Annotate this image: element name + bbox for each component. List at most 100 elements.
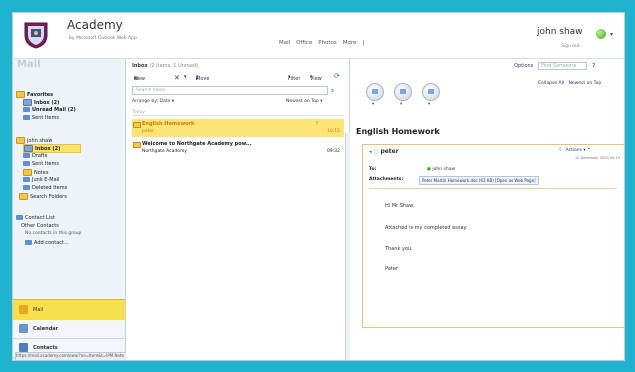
sent-items-icon bbox=[23, 115, 30, 120]
sender-name[interactable]: ◂ ▢ peter bbox=[369, 148, 399, 155]
folder-deleted-items[interactable]: Deleted Items bbox=[23, 185, 67, 191]
filter-button[interactable]: Filter ▾ bbox=[288, 74, 300, 82]
notes-icon bbox=[23, 169, 32, 176]
favorites-unread-mail[interactable]: Unread Mail (2) bbox=[23, 107, 76, 113]
envelope-icon bbox=[133, 122, 141, 128]
arrange-by-dropdown[interactable]: Arrange by: Date ▾ bbox=[132, 99, 174, 104]
to-label: To: bbox=[369, 167, 377, 172]
top-nav: Mail Office Photos More | bbox=[279, 40, 364, 46]
message-row[interactable]: Welcome to Northgate Academy pow... Nort… bbox=[132, 139, 344, 157]
forward-dropdown[interactable]: ▾ bbox=[428, 102, 430, 107]
add-contact-link[interactable]: Add contact... bbox=[25, 240, 69, 246]
search-input[interactable]: Search Inbox bbox=[132, 86, 328, 95]
message-time: 09:32 bbox=[327, 149, 340, 154]
top-nav-office[interactable]: Office bbox=[296, 40, 312, 46]
left-navigation: Mail Favorites Inbox (2) Unread Mail (2)… bbox=[13, 59, 247, 360]
expand-icon[interactable]: ⇡ bbox=[587, 148, 591, 153]
app-subtitle: by Microsoft Outlook Web App bbox=[69, 36, 137, 41]
folder-search-folders[interactable]: Search Folders bbox=[19, 193, 67, 200]
attachment-icon: ▢ bbox=[373, 149, 379, 155]
message-date: 10 December 2009 09:15 bbox=[575, 156, 620, 160]
delete-dropdown[interactable]: ▾ bbox=[184, 74, 187, 80]
presence-icon: ● bbox=[427, 167, 431, 172]
group-header-today: Today bbox=[132, 110, 344, 116]
message-subject-heading: English Homework bbox=[356, 127, 440, 136]
top-nav-photos[interactable]: Photos bbox=[318, 40, 337, 46]
search-folder-icon bbox=[19, 193, 28, 200]
top-nav-more[interactable]: More bbox=[343, 40, 357, 46]
app-name: Academy bbox=[67, 18, 123, 32]
contact-list-node[interactable]: Contact List bbox=[16, 215, 55, 221]
collapse-icon[interactable]: ◂ bbox=[369, 149, 372, 155]
attachment-link[interactable]: Peter Martin Homework.doc (63 KB) [Open … bbox=[419, 176, 539, 185]
list-toolbar: ✉ New ▾ ✕ ▾ ▸ Move ▾ Filter ▾ View ▾ ⟳ bbox=[134, 72, 340, 82]
sort-order-dropdown[interactable]: Newest on Top ▾ bbox=[286, 99, 322, 104]
message-from: English Homework bbox=[142, 121, 195, 127]
newest-on-top-link[interactable]: Newest on Top bbox=[568, 81, 601, 86]
nav-tab-mail[interactable]: Mail bbox=[13, 299, 125, 321]
body-line: Thank you. bbox=[385, 246, 413, 252]
reply-dropdown[interactable]: ▾ bbox=[372, 102, 374, 107]
find-someone-input[interactable]: Find Someone bbox=[538, 62, 588, 70]
to-recipient[interactable]: ● john shaw bbox=[427, 167, 455, 172]
user-name[interactable]: john shaw bbox=[537, 27, 583, 37]
app-window: Academy by Microsoft Outlook Web App Mai… bbox=[12, 12, 625, 361]
refresh-icon[interactable]: ⟳ bbox=[334, 72, 340, 80]
chevron-down-icon[interactable]: ▾ bbox=[610, 31, 613, 38]
header-bar: Academy by Microsoft Outlook Web App Mai… bbox=[13, 13, 624, 59]
body-line: Attached is my completed essay. bbox=[385, 225, 468, 231]
mail-section-title: Mail bbox=[17, 59, 41, 70]
favorites-inbox[interactable]: Inbox (2) bbox=[23, 99, 59, 106]
search-icon[interactable]: ⌕ bbox=[331, 87, 334, 95]
add-contact-icon bbox=[25, 240, 32, 245]
no-contacts-message: No contacts in this group bbox=[25, 231, 82, 236]
body-line: Hi Mr Shaw, bbox=[385, 203, 415, 209]
forward-icon[interactable] bbox=[422, 83, 440, 101]
message-subject: Northgate Academy bbox=[142, 149, 188, 154]
reading-view-options: Collapse All Newest on Top bbox=[538, 81, 601, 86]
favorites-node[interactable]: Favorites bbox=[16, 91, 53, 98]
message-time: 10:15 bbox=[327, 129, 340, 134]
unread-mail-icon bbox=[23, 107, 30, 112]
reply-all-dropdown[interactable]: ▾ bbox=[400, 102, 402, 107]
other-contacts-node[interactable]: Other Contacts bbox=[21, 223, 59, 229]
favorites-sent-items[interactable]: Sent Items bbox=[23, 115, 59, 121]
junk-mail-icon bbox=[23, 177, 30, 182]
paperclip-icon: ⌇ bbox=[559, 148, 562, 153]
message-from: Welcome to Northgate Academy pow... bbox=[142, 141, 252, 147]
top-nav-mail[interactable]: Mail bbox=[279, 40, 290, 46]
sent-items-icon bbox=[23, 161, 30, 166]
move-button[interactable]: ▸ Move ▾ bbox=[196, 74, 209, 82]
presence-status-icon[interactable] bbox=[596, 29, 606, 39]
reply-icon[interactable] bbox=[366, 83, 384, 101]
contacts-icon bbox=[16, 215, 23, 220]
mail-icon bbox=[19, 305, 28, 314]
actions-menu[interactable]: ⌇ Actions ▾ ⇡ bbox=[559, 148, 591, 153]
top-nav-divider: | bbox=[362, 40, 365, 46]
reading-top-bar: Options Find Someone ? bbox=[514, 62, 595, 70]
collapse-all-link[interactable]: Collapse All bbox=[538, 81, 564, 86]
help-icon[interactable]: ? bbox=[592, 63, 595, 69]
contacts-icon bbox=[19, 343, 28, 352]
message-row[interactable]: English Homework peter 10:15 ! bbox=[132, 119, 344, 137]
nav-tab-calendar[interactable]: Calendar bbox=[13, 320, 125, 339]
folder-sent-items[interactable]: Sent Items bbox=[23, 161, 59, 167]
academy-crest-logo bbox=[24, 22, 48, 49]
folder-drafts[interactable]: Drafts bbox=[23, 153, 47, 159]
folder-junk-email[interactable]: Junk E-Mail bbox=[23, 177, 59, 183]
list-title: Inbox (2 Items, 1 Unread) bbox=[132, 63, 199, 69]
message-card: ◂ ▢ peter ⌇ Actions ▾ ⇡ 10 December 2009… bbox=[362, 144, 624, 328]
divider bbox=[369, 188, 617, 189]
view-button[interactable]: View ▾ bbox=[310, 74, 322, 82]
calendar-icon bbox=[19, 324, 28, 333]
sign-out-link[interactable]: Sign out bbox=[561, 44, 580, 49]
account-node[interactable]: john shaw bbox=[16, 137, 52, 144]
inbox-icon bbox=[24, 145, 33, 152]
inbox-icon bbox=[23, 99, 32, 106]
reply-all-icon[interactable] bbox=[394, 83, 412, 101]
options-link[interactable]: Options bbox=[514, 63, 533, 69]
folder-inbox[interactable]: Inbox (2) bbox=[23, 144, 81, 153]
message-subject: peter bbox=[142, 129, 155, 134]
attachments-label: Attachments: bbox=[369, 177, 404, 182]
folder-notes[interactable]: Notes bbox=[23, 169, 48, 176]
